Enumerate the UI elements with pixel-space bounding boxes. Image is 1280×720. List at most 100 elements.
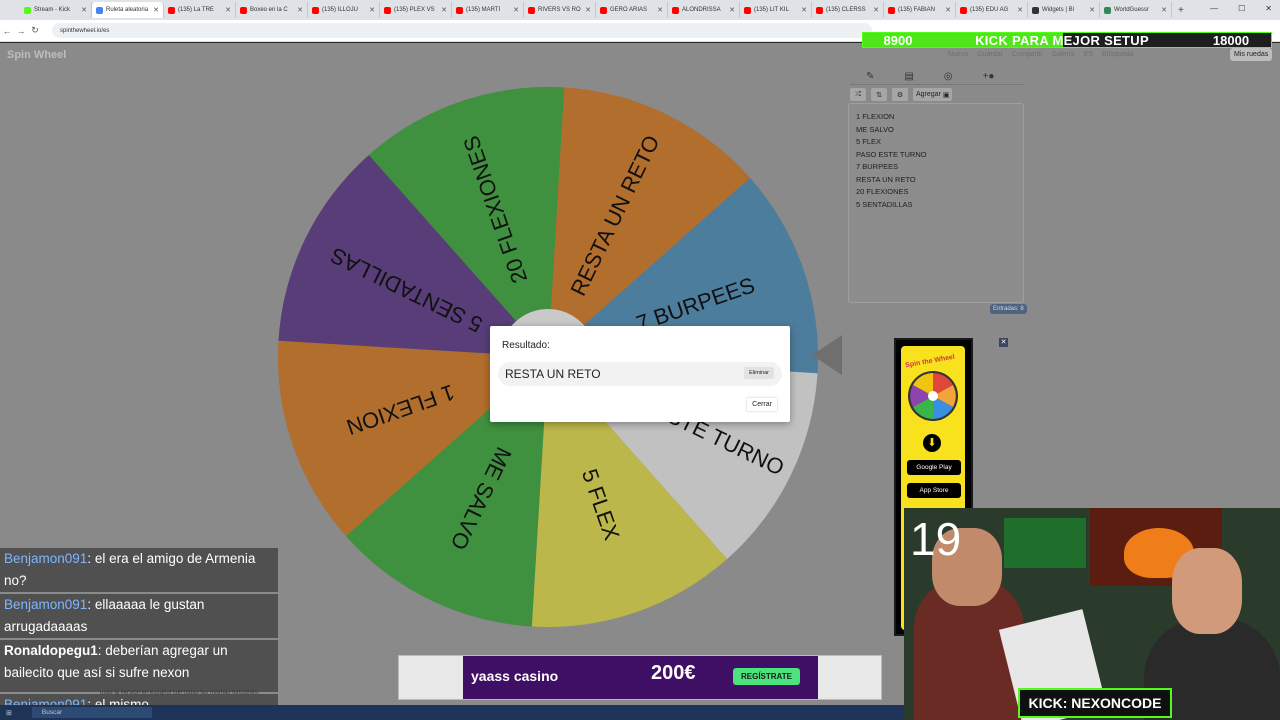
- cam-counter: 19: [910, 513, 962, 565]
- minimize-icon[interactable]: —: [1210, 4, 1218, 13]
- ad-amount: 200€: [651, 662, 696, 684]
- tab-close-icon[interactable]: ✕: [657, 6, 663, 14]
- tab-favicon-icon: [528, 6, 535, 14]
- entry-line: RESTA UN RETO: [856, 174, 916, 184]
- goal-banner: 8900 KICK PARA MEJOR SETUP 18000: [862, 32, 1272, 48]
- tab-close-icon[interactable]: ✕: [81, 6, 87, 14]
- tab-close-icon[interactable]: ✕: [153, 6, 159, 14]
- google-play-button[interactable]: Google Play: [907, 460, 961, 475]
- tab-close-icon[interactable]: ✕: [1089, 6, 1095, 14]
- shuffle-icon[interactable]: ⤮: [850, 88, 866, 101]
- site-nav-item[interactable]: Búsqueda: [1102, 51, 1134, 58]
- tab-favicon-icon: [960, 6, 967, 14]
- tab-favicon-icon: [888, 6, 895, 14]
- chat-username: Ronaldopegu1: [4, 643, 98, 658]
- tab-favicon-icon: [312, 6, 319, 14]
- reload-icon[interactable]: ↻: [28, 25, 42, 36]
- tab-label: Boxeo en la C: [250, 7, 288, 13]
- tab-close-icon[interactable]: ✕: [945, 6, 951, 14]
- eye-off-icon[interactable]: ◎: [944, 71, 953, 82]
- remove-button[interactable]: Eliminar: [744, 367, 774, 379]
- app-store-button[interactable]: App Store: [907, 483, 961, 498]
- browser-tab[interactable]: (135) MARTI ✕: [452, 2, 524, 18]
- browser-tab[interactable]: (135) FABIAN ✕: [884, 2, 956, 18]
- tab-favicon-icon: [384, 6, 391, 14]
- browser-tab[interactable]: (135) ILLOJU ✕: [308, 2, 380, 18]
- tab-close-icon[interactable]: ✕: [225, 6, 231, 14]
- tab-favicon-icon: [240, 6, 247, 14]
- tab-favicon-icon: [600, 6, 607, 14]
- add-color-icon[interactable]: +●: [983, 71, 995, 82]
- tab-close-icon[interactable]: ✕: [873, 6, 879, 14]
- result-modal: Resultado: RESTA UN RETO Eliminar Cerrar: [490, 326, 790, 422]
- tab-close-icon[interactable]: ✕: [297, 6, 303, 14]
- site-nav-item[interactable]: Galería: [1052, 51, 1075, 58]
- ad-close-icon[interactable]: ✕: [999, 338, 1008, 347]
- mis-ruedas-button[interactable]: Mis ruedas: [1230, 48, 1273, 61]
- tab-close-icon[interactable]: ✕: [801, 6, 807, 14]
- tab-favicon-icon: [816, 6, 823, 14]
- settings-icon[interactable]: ⚙: [892, 88, 908, 101]
- new-tab-icon[interactable]: +: [1178, 5, 1184, 16]
- ad-register-button[interactable]: REGÍSTRATE: [733, 668, 800, 685]
- url-text: spinthewheel.io/es: [60, 27, 110, 34]
- taskbar-search-label: Buscar: [41, 709, 63, 716]
- entries-textarea[interactable]: 1 FLEXION ME SALVO 5 FLEX PASO ESTE TURNO 7 …: [848, 103, 1024, 303]
- tab-label: Ruleta aleatoria: [106, 7, 149, 13]
- tab-favicon-icon: [168, 6, 175, 14]
- browser-tab[interactable]: Widgets | Bl ✕: [1028, 2, 1100, 18]
- sort-icon[interactable]: ⇅: [871, 88, 887, 101]
- browser-tab-bar: Stream - Kick ✕ Ruleta aleatoria ✕ (135) La …: [0, 0, 1280, 20]
- tab-close-icon[interactable]: ✕: [513, 6, 519, 14]
- tab-close-icon[interactable]: ✕: [585, 6, 591, 14]
- add-entry-button[interactable]: Agregar ▣: [913, 88, 953, 101]
- browser-tab[interactable]: WorldGuessr ✕: [1100, 2, 1172, 18]
- maximize-icon[interactable]: ☐: [1238, 4, 1245, 13]
- url-field[interactable]: spinthewheel.io/es: [52, 23, 872, 38]
- close-button[interactable]: Cerrar: [747, 398, 777, 411]
- forward-icon[interactable]: →: [14, 26, 28, 36]
- tab-close-icon[interactable]: ✕: [729, 6, 735, 14]
- tab-label: (135) EDU AG: [970, 7, 1009, 13]
- site-nav-item[interactable]: Compartir: [1012, 51, 1043, 58]
- tab-label: WorldGuessr: [1114, 7, 1149, 13]
- browser-tab[interactable]: ALONDRISSA ✕: [668, 2, 740, 18]
- goal-target: 18000: [1212, 32, 1250, 48]
- window-controls: — ☐ ✕: [1210, 4, 1272, 13]
- tab-label: ALONDRISSA: [682, 7, 721, 13]
- site-nav-item[interactable]: Nuevo: [948, 51, 968, 58]
- app-ad-title: Spin the Wheel: [904, 353, 956, 370]
- tab-close-icon[interactable]: ✕: [441, 6, 447, 14]
- close-window-icon[interactable]: ✕: [1265, 4, 1272, 13]
- site-nav-item[interactable]: Guardar: [977, 51, 1003, 58]
- chat-username: Benjamon091: [4, 597, 88, 612]
- taskbar-search[interactable]: Buscar: [31, 707, 152, 718]
- bottom-ad[interactable]: yaass casino 200€ REGÍSTRATE: [398, 655, 882, 700]
- casino-ad-banner[interactable]: yaass casino 200€ REGÍSTRATE: [463, 656, 818, 699]
- browser-tab[interactable]: GERO ARIAS ✕: [596, 2, 668, 18]
- site-logo[interactable]: Spin Wheel: [7, 49, 66, 61]
- tab-close-icon[interactable]: ✕: [369, 6, 375, 14]
- browser-tab[interactable]: Ruleta aleatoria ✕: [92, 2, 164, 18]
- windows-start-icon[interactable]: ⊞: [6, 709, 12, 717]
- tab-favicon-icon: [456, 6, 463, 14]
- browser-tab[interactable]: (135) EDU AG ✕: [956, 2, 1028, 18]
- browser-tab[interactable]: (135) PLEX VS ✕: [380, 2, 452, 18]
- pencil-icon[interactable]: ✎: [866, 71, 874, 82]
- browser-tab[interactable]: Stream - Kick ✕: [20, 2, 92, 18]
- download-icon[interactable]: ⬇: [923, 434, 941, 452]
- page-footnote: usas la versión en español con todas las…: [100, 690, 260, 696]
- goal-label: KICK PARA MEJOR SETUP: [975, 32, 1149, 48]
- browser-tab[interactable]: RIVERS VS RO ✕: [524, 2, 596, 18]
- browser-tab[interactable]: (135) LIT KIL ✕: [740, 2, 812, 18]
- back-icon[interactable]: ←: [0, 26, 14, 36]
- site-nav-item[interactable]: ES: [1084, 51, 1093, 58]
- site-nav: Nuevo Guardar Compartir Galería ES Búsqueda: [948, 51, 1134, 58]
- browser-tab[interactable]: (135) CLERSS ✕: [812, 2, 884, 18]
- notes-icon[interactable]: ▤: [904, 71, 913, 82]
- tab-favicon-icon: [96, 6, 103, 14]
- tab-close-icon[interactable]: ✕: [1161, 6, 1167, 14]
- browser-tab[interactable]: Boxeo en la C ✕: [236, 2, 308, 18]
- browser-tab[interactable]: (135) La TRE ✕: [164, 2, 236, 18]
- tab-close-icon[interactable]: ✕: [1017, 6, 1023, 14]
